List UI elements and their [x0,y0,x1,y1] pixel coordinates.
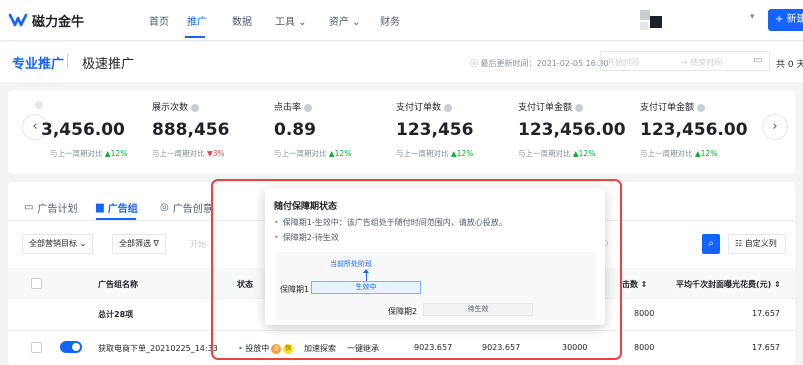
calendar-icon: ▭ [24,202,34,213]
chevron-down-icon[interactable]: ▾ [750,12,755,22]
metric-compare: 与上一周期对比 ▲12% [640,149,718,158]
row-toggle[interactable] [60,341,82,353]
summary-cpm: 17.657 [752,309,780,318]
summary-label: 总计28项 [98,310,134,319]
nav-assets[interactable]: 资产 ⌄ [329,13,361,28]
col-ad-group-name: 广告组名称 [98,280,138,289]
date-start-placeholder: 开始时间 [607,58,639,67]
metrics-next-button[interactable]: › [762,114,788,140]
nav-promotion[interactable]: 推广 [187,13,207,28]
tab-professional-promotion[interactable]: 专业推广 [12,53,64,72]
metric-value: 123,456.00 [640,120,748,140]
metric-value: 123,456.00 [518,120,626,140]
metric-compare: 与上一周期对比 ▲12% [274,149,352,158]
col-clicks[interactable]: 击数 ⇕ [622,279,648,290]
search-button[interactable]: ⌕ [702,234,720,254]
tab-ad-creative[interactable]: ◎ 广告创意 [160,200,213,215]
folder-icon: ▆ [96,202,104,213]
metric-label: 支付订单金额 [640,100,706,113]
date-end-placeholder: → 结束时间 [681,58,723,67]
calendar-icon: ▭ [753,55,763,66]
tab-quick-promotion[interactable]: 极速推广 [82,53,134,72]
summary-clicks: 8000 [634,309,655,318]
app-logo[interactable]: 磁力金牛 [8,11,84,30]
highlight-annotation [211,179,622,360]
metric-label: 展示次数 [152,100,200,113]
col-avg-cpm[interactable]: 平均千次封面曝光花费(元) ⇕ [676,279,781,290]
metric-compare: 与上一周期对比 ▲12% [518,149,596,158]
metric-compare: 与上一周期对比 ▲12% [50,149,128,158]
metric-compare: 与上一周期对比 ▲12% [396,149,474,158]
avatar[interactable] [640,10,666,30]
row-checkbox[interactable] [31,342,42,353]
nav-active-underline [185,36,205,38]
new-ad-button[interactable]: + 新建广告 [768,9,803,31]
total-days: 共 0 天 [776,60,803,70]
divider [67,54,68,68]
metric-value: 0.89 [274,120,316,140]
last-update-text: ⓘ 最后更新时间：2021-02-05 16:30 [470,59,609,68]
goal-select[interactable]: 全部营销目标 ⌄ [22,234,94,254]
tab-ad-group[interactable]: ▆ 广告组 [96,200,138,215]
row-clicks: 8000 [634,343,655,352]
metric-value: 123,456 [396,120,474,140]
magnet-logo-icon [8,13,28,26]
custom-columns-button[interactable]: ☷ 自定义列 [728,234,786,254]
nav-finance[interactable]: 财务 [380,13,400,28]
filter-select[interactable]: 全部筛选 ∇ [112,234,166,254]
metric-compare: 与上一周期对比 ▼3% [152,149,225,158]
metric-label: 支付订单金额 [518,100,584,113]
nav-tools[interactable]: 工具 ⌄ [275,13,307,28]
nav-data[interactable]: 数据 [232,13,252,28]
row-cpm: 17.657 [752,343,780,352]
metric-label: 点击率 [274,100,313,113]
metric-label [32,100,43,110]
metric-value: 3,456.00 [41,120,125,140]
row-ad-group-name[interactable]: 获取电商下单_20210225_14:33 [98,343,218,354]
metric-value: 888,456 [152,120,230,140]
select-all-checkbox[interactable] [31,278,42,289]
nav-home[interactable]: 首页 [149,13,169,28]
metric-label: 支付订单数 [396,100,453,113]
tab-ad-plan[interactable]: ▭ 广告计划 [24,200,77,215]
search-icon: ⌕ [708,238,714,249]
app-name: 磁力金牛 [32,15,85,30]
creative-icon: ◎ [160,202,169,213]
date-range-picker[interactable]: 开始时间 → 结束时间 ▭ [600,51,770,71]
start-button[interactable]: 开始 [190,239,206,250]
top-navbar: 磁力金牛 首页 推广 数据 工具 ⌄ 资产 ⌄ 财务 ▾ + 新建广告 [0,0,803,41]
